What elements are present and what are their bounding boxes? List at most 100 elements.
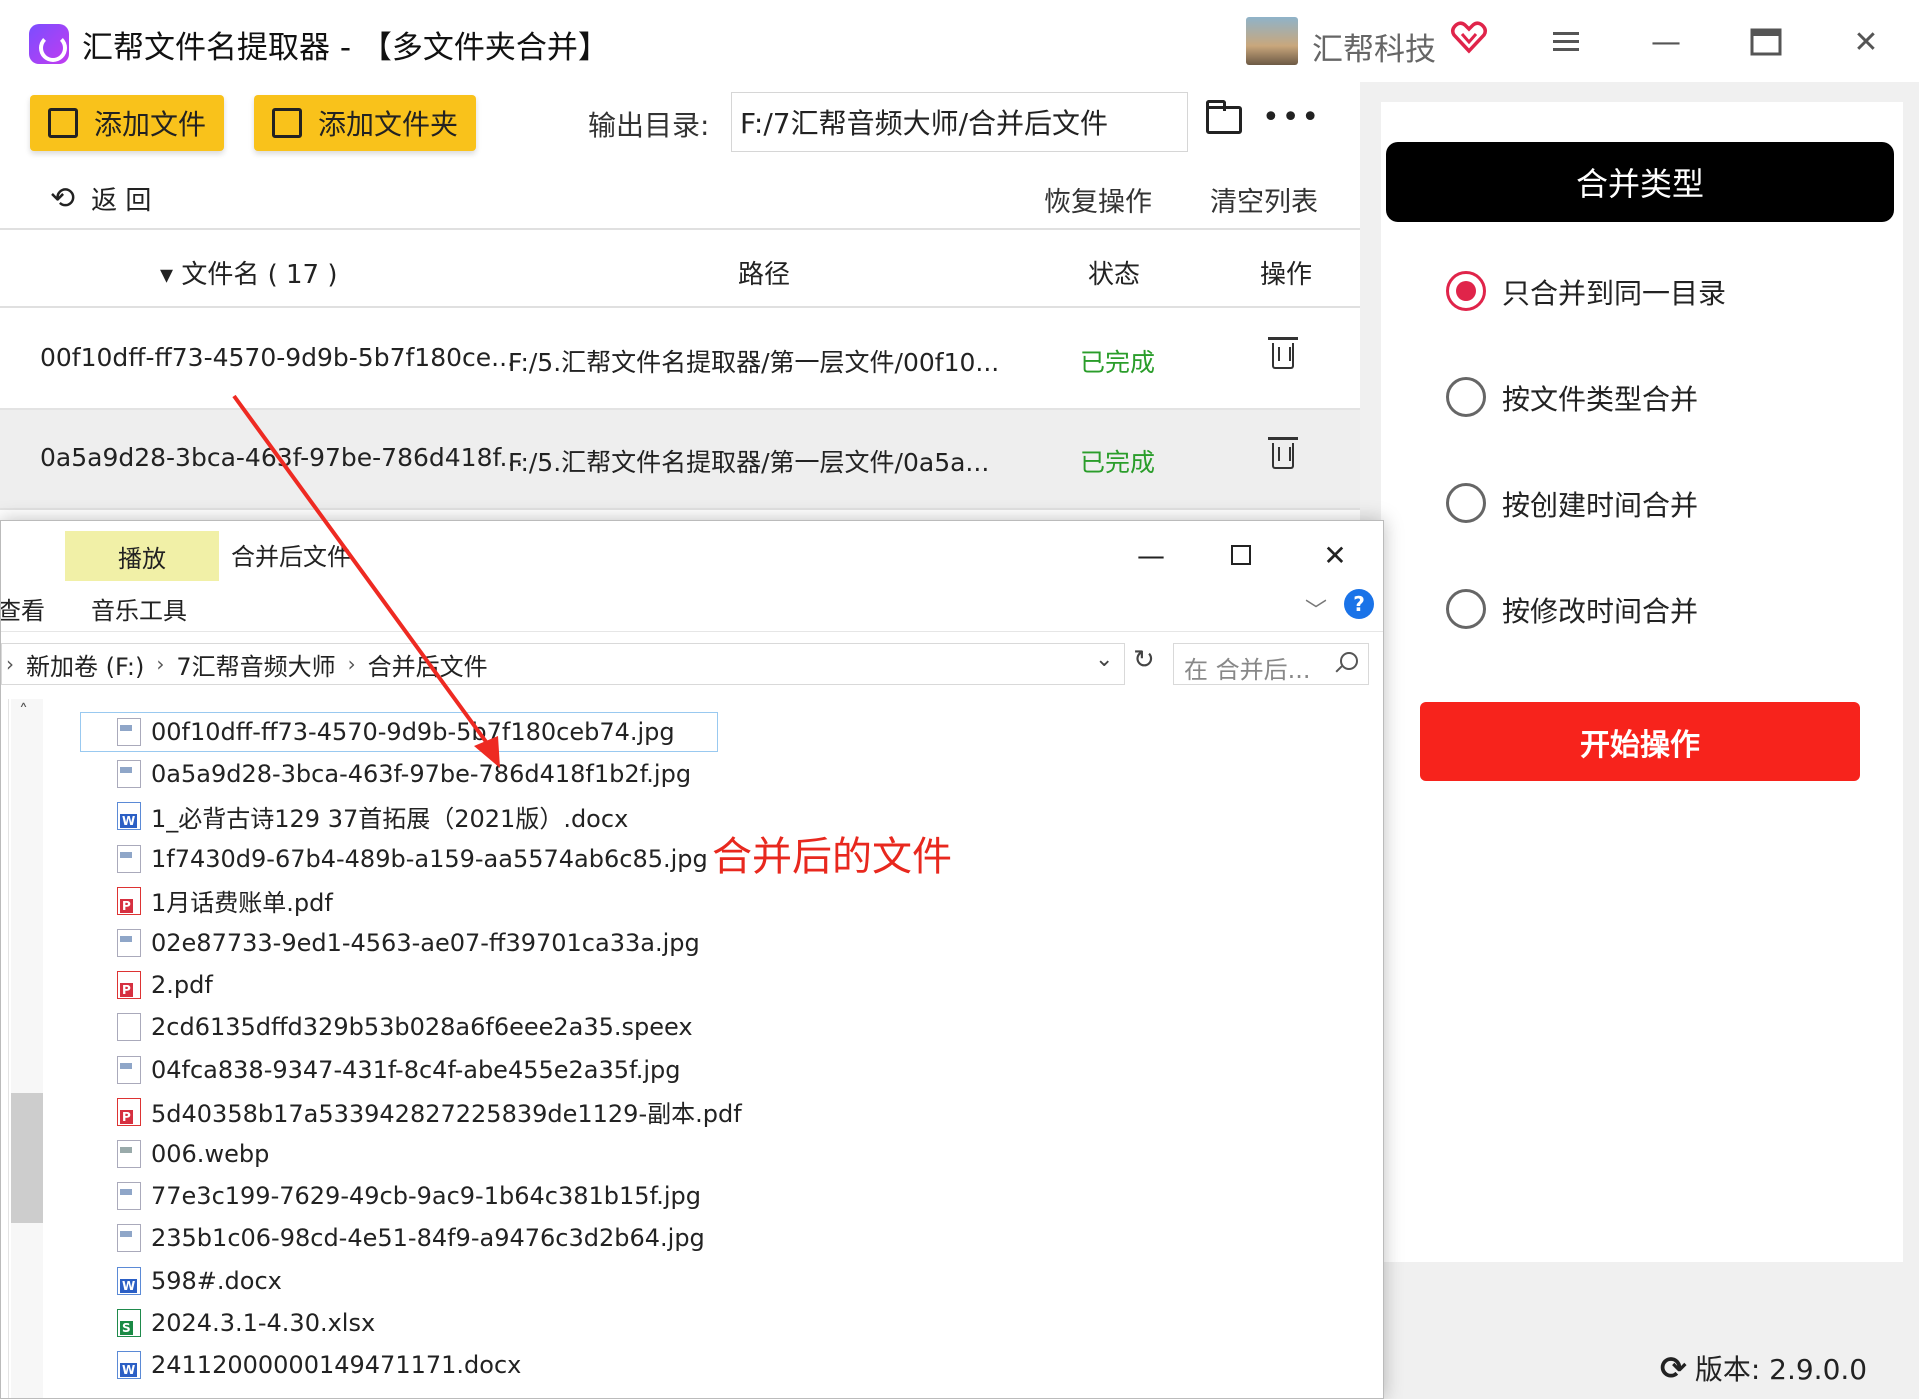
explorer-window: 播放 查看 音乐工具 合并后文件 — ✕ ﹀ ? › 新加卷 (F:) › 7汇… bbox=[0, 520, 1384, 1399]
version-label: 版本: 2.9.0.0 bbox=[1694, 1353, 1868, 1386]
maximize-icon bbox=[1231, 545, 1251, 565]
browse-folder-icon[interactable] bbox=[1206, 100, 1242, 134]
option-by-file-type-label[interactable]: 按文件类型合并 bbox=[1502, 378, 1698, 418]
output-dir-input[interactable] bbox=[731, 92, 1188, 152]
breadcrumb-chevron-icon: › bbox=[156, 652, 165, 676]
jpg-file-icon bbox=[117, 1182, 141, 1211]
row-status: 已完成 bbox=[1080, 448, 1156, 477]
pdf-file-icon bbox=[117, 1097, 141, 1126]
menu-icon[interactable] bbox=[1546, 22, 1586, 62]
file-list-item[interactable]: 0a5a9d28-3bca-463f-97be-786d418f1b2f.jpg bbox=[117, 754, 691, 794]
header-filename[interactable]: ▾ 文件名 ( 17 ) bbox=[160, 254, 337, 291]
table-row[interactable]: 0a5a9d28-3bca-463f-97be-786d418f... F:/5… bbox=[0, 410, 1360, 510]
file-name: 598#.docx bbox=[151, 1266, 282, 1295]
file-list-item[interactable]: 006.webp bbox=[117, 1134, 269, 1174]
file-list-item[interactable]: 02e87733-9ed1-4563-ae07-ff39701ca33a.jpg bbox=[117, 923, 700, 963]
file-name: 1月话费账单.pdf bbox=[151, 889, 333, 918]
help-icon[interactable]: ? bbox=[1344, 589, 1374, 619]
file-list-item[interactable]: 1_必背古诗129 37首拓展（2021版）.docx bbox=[117, 796, 628, 836]
jpg-file-icon bbox=[117, 718, 141, 746]
file-name: 02e87733-9ed1-4563-ae07-ff39701ca33a.jpg bbox=[151, 929, 700, 957]
docx-file-icon bbox=[117, 802, 141, 831]
update-refresh-icon[interactable]: ⟳ bbox=[1660, 1349, 1687, 1387]
breadcrumb-current[interactable]: 合并后文件 bbox=[368, 647, 488, 682]
table-row[interactable]: 00f10dff-ff73-4570-9d9b-5b7f180ce... F:/… bbox=[0, 310, 1360, 410]
back-arrow-icon: ⟲ bbox=[50, 181, 76, 216]
add-file-icon bbox=[48, 108, 78, 138]
option-same-directory-label[interactable]: 只合并到同一目录 bbox=[1502, 272, 1726, 312]
radio-by-file-type[interactable] bbox=[1446, 377, 1486, 417]
user-avatar[interactable] bbox=[1246, 17, 1298, 65]
ribbon-tab-music-tools[interactable]: 音乐工具 bbox=[91, 591, 187, 626]
delete-row-icon[interactable] bbox=[1268, 437, 1298, 469]
pdf-file-icon bbox=[117, 886, 141, 915]
search-box[interactable]: 在 合并后... bbox=[1173, 643, 1369, 685]
file-name: 5d40358b17a533942827225839de1129-副本.pdf bbox=[151, 1100, 742, 1129]
file-list-item[interactable]: 1f7430d9-67b4-489b-a159-aa5574ab6c85.jpg bbox=[117, 839, 708, 879]
file-list-item[interactable]: 00f10dff-ff73-4570-9d9b-5b7f180ceb74.jpg bbox=[80, 712, 718, 752]
header-path: 路径 bbox=[738, 260, 791, 290]
file-name: 1f7430d9-67b4-489b-a159-aa5574ab6c85.jpg bbox=[151, 844, 708, 873]
row-status: 已完成 bbox=[1080, 348, 1156, 377]
radio-by-modified-time[interactable] bbox=[1446, 589, 1486, 629]
back-button[interactable]: ⟲ 返 回 bbox=[50, 180, 151, 217]
file-list-item[interactable]: 04fca838-9347-431f-8c4f-abe455e2a35f.jpg bbox=[117, 1050, 681, 1090]
radio-by-created-time[interactable] bbox=[1446, 483, 1486, 523]
add-folder-icon bbox=[272, 108, 302, 138]
file-list-item[interactable]: 77e3c199-7629-49cb-9ac9-1b64c381b15f.jpg bbox=[117, 1176, 701, 1216]
address-dropdown-icon[interactable]: ⌄ bbox=[1095, 647, 1113, 672]
file-list-item[interactable]: 24112000000149471171.docx bbox=[117, 1345, 521, 1385]
ribbon-tab-view[interactable]: 查看 bbox=[1, 591, 45, 626]
delete-row-icon[interactable] bbox=[1268, 337, 1298, 369]
minimize-button[interactable]: — bbox=[1646, 22, 1686, 62]
file-list-item[interactable]: 1月话费账单.pdf bbox=[117, 881, 333, 921]
row-filename: 00f10dff-ff73-4570-9d9b-5b7f180ce... bbox=[40, 343, 515, 372]
option-by-created-time-label[interactable]: 按创建时间合并 bbox=[1502, 484, 1698, 524]
add-file-button[interactable]: 添加文件 bbox=[30, 95, 224, 151]
explorer-close-button[interactable]: ✕ bbox=[1315, 535, 1355, 575]
file-list-item[interactable]: 235b1c06-98cd-4e51-84f9-a9476c3d2b64.jpg bbox=[117, 1218, 705, 1258]
start-button[interactable]: 开始操作 bbox=[1420, 702, 1860, 781]
radio-same-directory[interactable] bbox=[1446, 271, 1486, 311]
explorer-maximize-button[interactable] bbox=[1221, 535, 1261, 575]
row-path: F:/5.汇帮文件名提取器/第一层文件/0a5a... bbox=[508, 448, 990, 477]
file-list-item[interactable]: 5d40358b17a533942827225839de1129-副本.pdf bbox=[117, 1092, 742, 1132]
clear-list-button[interactable]: 清空列表 bbox=[1210, 180, 1318, 219]
nav-pane-edge bbox=[1, 699, 9, 1398]
file-list-item[interactable]: 2024.3.1-4.30.xlsx bbox=[117, 1303, 375, 1343]
annotation-label: 合并后的文件 bbox=[712, 834, 952, 880]
vip-heart-icon[interactable] bbox=[1450, 18, 1488, 56]
option-by-modified-time-label[interactable]: 按修改时间合并 bbox=[1502, 590, 1698, 630]
file-name: 2024.3.1-4.30.xlsx bbox=[151, 1308, 376, 1337]
maximize-button[interactable] bbox=[1746, 22, 1786, 62]
file-list-item[interactable]: 2.pdf bbox=[117, 965, 213, 1005]
output-dir-label: 输出目录: bbox=[588, 109, 710, 142]
nav-scrollbar[interactable] bbox=[11, 699, 43, 1398]
address-bar[interactable]: › 新加卷 (F:) › 7汇帮音频大师 › 合并后文件 bbox=[1, 643, 1125, 685]
file-list-item[interactable]: 2cd6135dffd329b53b028a6f6eee2a35.speex bbox=[117, 1007, 693, 1047]
search-placeholder: 在 合并后... bbox=[1184, 656, 1311, 684]
search-icon bbox=[1340, 652, 1358, 670]
header-status: 状态 bbox=[1088, 260, 1141, 290]
breadcrumb-folder[interactable]: 7汇帮音频大师 bbox=[176, 647, 335, 682]
add-file-label: 添加文件 bbox=[94, 108, 207, 141]
file-name: 006.webp bbox=[151, 1140, 270, 1168]
breadcrumb-chevron-icon: › bbox=[347, 652, 356, 676]
restore-button[interactable]: 恢复操作 bbox=[1044, 180, 1152, 219]
file-list-item[interactable]: 598#.docx bbox=[117, 1261, 282, 1301]
back-label: 返 回 bbox=[91, 186, 152, 216]
scrollbar-thumb[interactable] bbox=[11, 1093, 43, 1223]
more-options-icon[interactable]: ••• bbox=[1262, 100, 1321, 135]
add-folder-button[interactable]: 添加文件夹 bbox=[254, 95, 476, 151]
file-name: 00f10dff-ff73-4570-9d9b-5b7f180ceb74.jpg bbox=[151, 718, 675, 746]
title-bar: 汇帮文件名提取器 - 【多文件夹合并】 汇帮科技 — ✕ bbox=[0, 0, 1919, 82]
file-name: 04fca838-9347-431f-8c4f-abe455e2a35f.jpg bbox=[151, 1055, 681, 1084]
close-button[interactable]: ✕ bbox=[1846, 22, 1886, 62]
jpg-file-icon bbox=[117, 929, 141, 957]
explorer-minimize-button[interactable]: — bbox=[1131, 535, 1171, 575]
breadcrumb-drive[interactable]: 新加卷 (F:) bbox=[26, 647, 144, 682]
refresh-icon[interactable]: ↻ bbox=[1133, 645, 1155, 675]
scroll-up-icon[interactable]: ˄ bbox=[19, 701, 28, 722]
ribbon-collapse-icon[interactable]: ﹀ bbox=[1305, 593, 1327, 625]
ribbon-tab-play[interactable]: 播放 bbox=[65, 531, 219, 581]
